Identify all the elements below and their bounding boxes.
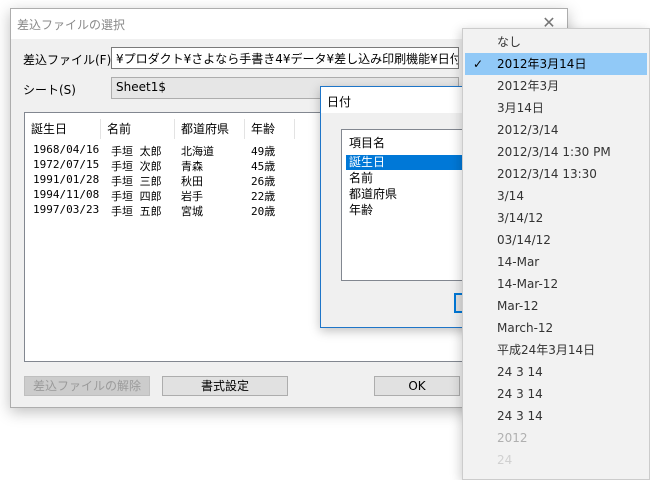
format-option[interactable]: 3/14/12: [465, 207, 647, 229]
column-header[interactable]: 都道府県: [175, 119, 245, 139]
cell-birthday: 1968/04/16: [33, 143, 100, 156]
format-option[interactable]: 平成24年3月14日: [465, 339, 647, 361]
format-option[interactable]: 2012/3/14 1:30 PM: [465, 141, 647, 163]
format-option[interactable]: 03/14/12: [465, 229, 647, 251]
format-option[interactable]: 2012年3月: [465, 75, 647, 97]
column-header[interactable]: 年齢: [245, 119, 295, 139]
cell-prefecture: 北海道: [181, 145, 214, 158]
field-list-header: 項目名: [349, 136, 386, 150]
cell-name: 手垣 太郎: [111, 145, 162, 158]
release-file-button[interactable]: 差込ファイルの解除: [24, 376, 150, 396]
cell-name: 手垣 三郎: [111, 175, 162, 188]
format-option[interactable]: 3/14: [465, 185, 647, 207]
format-option[interactable]: 3月14日: [465, 97, 647, 119]
cell-name: 手垣 四郎: [111, 190, 162, 203]
format-option[interactable]: 2012/3/14: [465, 119, 647, 141]
cell-name: 手垣 次郎: [111, 160, 162, 173]
cell-age: 20歳: [251, 205, 276, 218]
cell-age: 49歳: [251, 145, 276, 158]
format-option[interactable]: 14-Mar: [465, 251, 647, 273]
format-option[interactable]: 14-Mar-12: [465, 273, 647, 295]
field-list-item[interactable]: 名前: [346, 171, 376, 186]
field-list-item[interactable]: 都道府県: [346, 187, 400, 202]
cell-prefecture: 宮城: [181, 205, 203, 218]
format-option[interactable]: 24 3 14: [465, 383, 647, 405]
format-option[interactable]: 2012: [465, 427, 647, 449]
format-settings-button[interactable]: 書式設定: [162, 376, 288, 396]
file-label: 差込ファイル(F): [23, 53, 112, 67]
sheet-label: シート(S): [23, 83, 76, 97]
format-option[interactable]: 24: [465, 449, 647, 471]
cell-prefecture: 秋田: [181, 175, 203, 188]
format-option-label: 2012年3月14日: [497, 57, 587, 71]
format-option[interactable]: 24 3 14: [465, 405, 647, 427]
format-option[interactable]: March-12: [465, 317, 647, 339]
format-option-selected[interactable]: ✓ 2012年3月14日: [465, 53, 647, 75]
cell-prefecture: 岩手: [181, 190, 203, 203]
cell-birthday: 1994/11/08: [33, 188, 100, 201]
column-header[interactable]: 誕生日: [25, 119, 101, 139]
cell-prefecture: 青森: [181, 160, 203, 173]
format-option[interactable]: 24 3 14: [465, 361, 647, 383]
cell-birthday: 1972/07/15: [33, 158, 100, 171]
cell-name: 手垣 五郎: [111, 205, 162, 218]
format-option[interactable]: Mar-12: [465, 295, 647, 317]
format-option[interactable]: なし: [465, 31, 647, 53]
column-header[interactable]: 名前: [101, 119, 175, 139]
cell-age: 45歳: [251, 160, 276, 173]
format-option[interactable]: 2012/3/14 13:30: [465, 163, 647, 185]
file-path-field[interactable]: ¥プロダクト¥さよなら手書き4¥データ¥差し込み印刷機能¥日付形式選択: [111, 47, 459, 69]
cell-age: 22歳: [251, 190, 276, 203]
field-list-item[interactable]: 年齢: [346, 203, 376, 218]
ok-button[interactable]: OK: [374, 376, 460, 396]
date-format-menu: なし ✓ 2012年3月14日 2012年3月 3月14日 2012/3/14 …: [462, 28, 650, 480]
cell-birthday: 1997/03/23: [33, 203, 100, 216]
cell-age: 26歳: [251, 175, 276, 188]
date-dialog-title: 日付: [327, 95, 352, 109]
cell-birthday: 1991/01/28: [33, 173, 100, 186]
window-title: 差込ファイルの選択: [17, 18, 126, 32]
checkmark-icon: ✓: [473, 57, 484, 71]
